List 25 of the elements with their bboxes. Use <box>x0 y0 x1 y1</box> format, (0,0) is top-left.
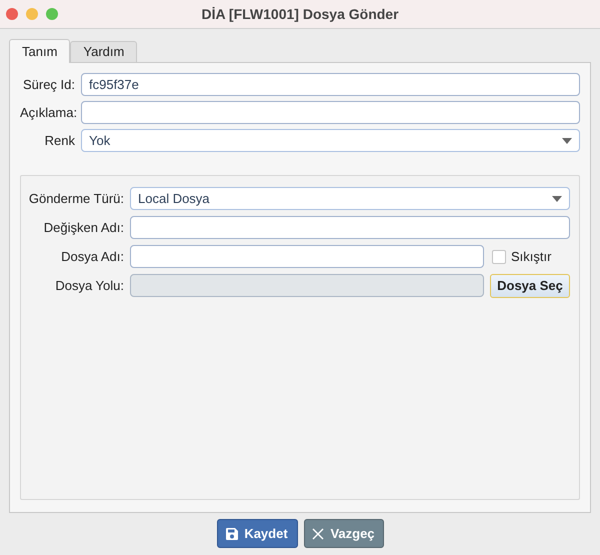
field-label: Dosya Yolu: <box>54 276 125 295</box>
input-field[interactable] <box>81 101 580 124</box>
input-field[interactable] <box>130 245 484 268</box>
field-label: Süreç Id: <box>22 76 76 94</box>
field-label: Dosya Adı: <box>60 248 125 266</box>
tab[interactable]: Tanım <box>9 39 70 63</box>
save-button[interactable]: Kaydet <box>216 519 298 548</box>
zoom-icon[interactable] <box>46 8 58 20</box>
minimize-icon[interactable] <box>26 8 38 20</box>
field-label: Açıklama: <box>20 104 78 122</box>
checkbox[interactable]: Sıkıştır <box>492 246 570 266</box>
caret-icon <box>562 138 572 144</box>
window-title: DİA [FLW1001] Dosya Gönder <box>201 5 399 24</box>
field-label: Renk <box>44 132 76 150</box>
input-field[interactable]: fc95f37e <box>81 73 580 96</box>
dropdown[interactable]: Local Dosya <box>130 187 570 210</box>
close-icon <box>312 528 324 540</box>
tab[interactable]: Yardım <box>70 41 138 62</box>
field-label: Gönderme Türü: <box>28 190 125 208</box>
field-label: Değişken Adı: <box>42 218 125 237</box>
caret-icon <box>552 196 562 202</box>
cancel-button[interactable]: Vazgeç <box>304 519 384 548</box>
dropdown[interactable]: Yok <box>81 129 580 152</box>
close-icon[interactable] <box>6 8 18 20</box>
input-field[interactable] <box>130 216 570 239</box>
